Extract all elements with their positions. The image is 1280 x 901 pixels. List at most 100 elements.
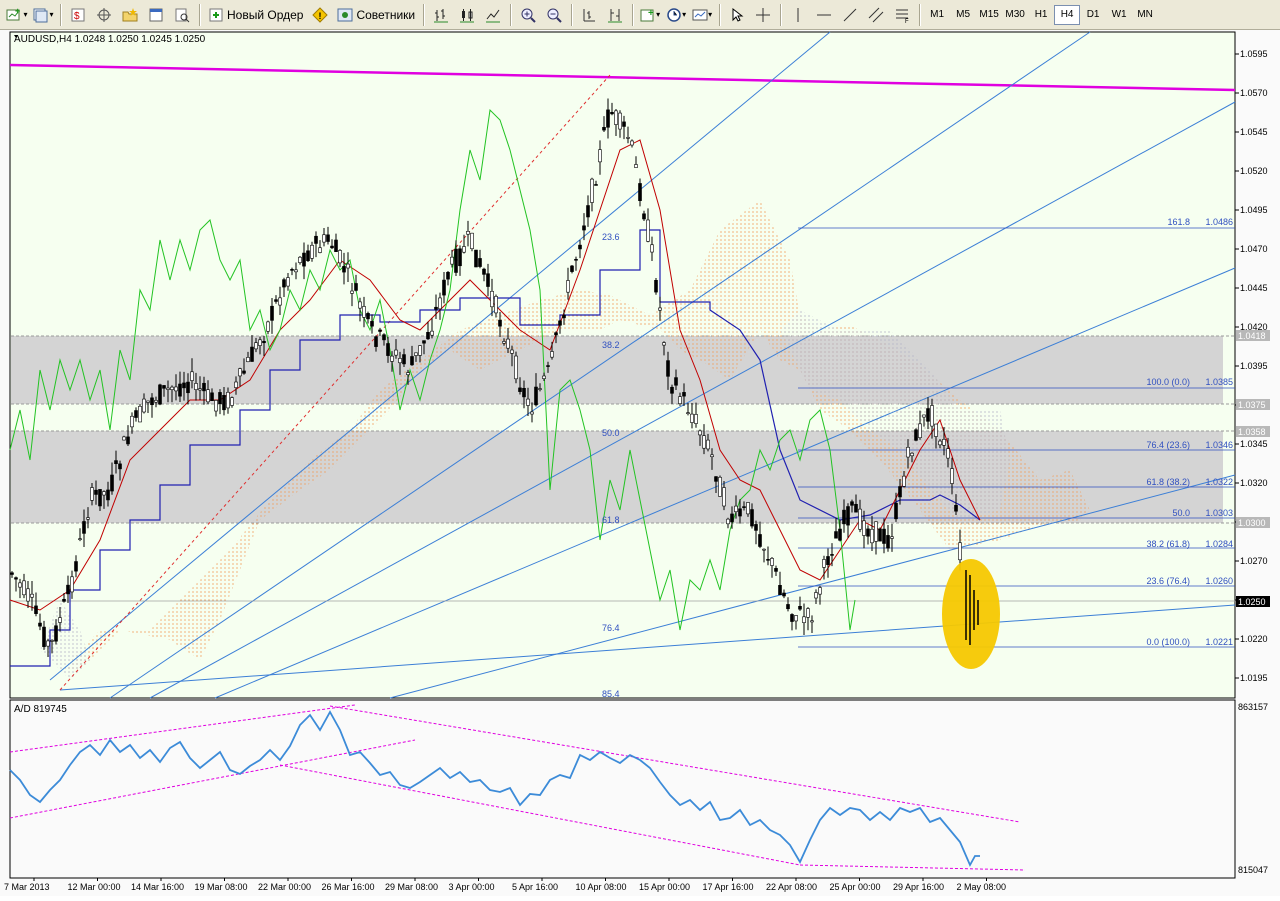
- candle-body: [786, 604, 790, 610]
- profiles-icon: [32, 7, 48, 23]
- candle-body: [574, 258, 578, 261]
- candle-body: [318, 247, 322, 253]
- clock-icon: [666, 7, 682, 23]
- candle-body: [94, 489, 98, 495]
- candle-body: [158, 384, 162, 405]
- candle-body: [722, 487, 726, 507]
- templates-button[interactable]: ▾: [690, 4, 714, 26]
- svg-text:+: +: [648, 8, 654, 19]
- navigator-button[interactable]: [118, 4, 142, 26]
- zoom-out-icon: [546, 7, 562, 23]
- candle-body: [706, 439, 710, 450]
- candle-body: [946, 448, 950, 459]
- candle-body: [542, 375, 546, 379]
- zoom-in-button[interactable]: [516, 4, 540, 26]
- timeframe-h1[interactable]: H1: [1028, 5, 1054, 25]
- fib-left-label: 50.0: [602, 428, 620, 438]
- candle-body: [178, 383, 182, 397]
- fib-right-label: 23.6 (76.4): [1146, 576, 1190, 586]
- periods-button[interactable]: ▾: [664, 4, 688, 26]
- crosshair-button[interactable]: [751, 4, 775, 26]
- equidistant-channel-button[interactable]: [864, 4, 888, 26]
- candle-body: [762, 548, 766, 551]
- channel-icon: [868, 7, 884, 23]
- fib-left-label: 85.4: [602, 689, 620, 699]
- trendline-icon: [842, 7, 858, 23]
- experts-button[interactable]: Советники: [334, 4, 418, 26]
- chart-shift-button[interactable]: [603, 4, 627, 26]
- market-watch-icon: $: [70, 7, 86, 23]
- candle-body: [46, 640, 50, 647]
- timeframe-w1[interactable]: W1: [1106, 5, 1132, 25]
- timeframe-m30[interactable]: M30: [1002, 5, 1028, 25]
- new-order-icon: [208, 7, 224, 23]
- chart-window[interactable]: 23.6 38.2 50.0 61.8 76.4 85.4 161.8 1.04…: [0, 30, 1280, 896]
- metaeditor-button[interactable]: !: [308, 4, 332, 26]
- strategy-tester-button[interactable]: [170, 4, 194, 26]
- tile-windows-button[interactable]: [577, 4, 601, 26]
- zoom-out-button[interactable]: [542, 4, 566, 26]
- toolbar-separator: [423, 3, 425, 26]
- timeframe-m1[interactable]: M1: [924, 5, 950, 25]
- candlestick-button[interactable]: [455, 4, 479, 26]
- candle-body: [686, 412, 690, 414]
- tile-windows-icon: [581, 7, 597, 23]
- candle-body: [374, 336, 378, 347]
- terminal-icon: [148, 7, 164, 23]
- fib-left-label: 38.2: [602, 340, 620, 350]
- candle-body: [522, 387, 526, 398]
- indicators-button[interactable]: + ▾: [638, 4, 662, 26]
- candle-body: [678, 396, 682, 404]
- candle-body: [874, 521, 878, 542]
- candle-body: [802, 616, 806, 623]
- data-window-button[interactable]: [92, 4, 116, 26]
- candle-body: [438, 297, 442, 310]
- vertical-line-button[interactable]: [786, 4, 810, 26]
- candle-body: [826, 556, 830, 565]
- time-tick-label: 7 Mar 2013: [4, 882, 50, 892]
- candle-body: [906, 446, 910, 458]
- market-watch-button[interactable]: $: [66, 4, 90, 26]
- candle-body: [506, 338, 510, 349]
- candle-body: [286, 277, 290, 287]
- candle-body: [206, 389, 210, 403]
- candle-body: [22, 580, 26, 596]
- candle-body: [194, 383, 198, 390]
- terminal-button[interactable]: [144, 4, 168, 26]
- candle-body: [578, 244, 582, 250]
- candle-body: [654, 280, 658, 293]
- candle-body: [214, 400, 218, 412]
- candle-body: [758, 534, 762, 547]
- price-tick-label: 1.0445: [1240, 283, 1268, 293]
- bar-chart-button[interactable]: [429, 4, 453, 26]
- candle-body: [126, 436, 130, 445]
- fib-right-label: 0.0 (100.0): [1146, 637, 1190, 647]
- candle-body: [74, 561, 78, 572]
- timeframe-mn[interactable]: MN: [1132, 5, 1158, 25]
- cursor-button[interactable]: [725, 4, 749, 26]
- candle-body: [138, 405, 142, 423]
- candle-body: [774, 568, 778, 572]
- candle-body: [958, 542, 962, 561]
- fibonacci-button[interactable]: F: [890, 4, 914, 26]
- profiles-button[interactable]: ▾: [31, 4, 55, 26]
- candle-body: [746, 502, 750, 515]
- price-chart-canvas[interactable]: 23.6 38.2 50.0 61.8 76.4 85.4 161.8 1.04…: [0, 30, 1280, 896]
- timeframe-m5[interactable]: M5: [950, 5, 976, 25]
- timeframe-h4[interactable]: H4: [1054, 4, 1081, 25]
- candle-body: [766, 559, 770, 561]
- timeframe-m15[interactable]: M15: [976, 5, 1002, 25]
- horizontal-line-button[interactable]: [812, 4, 836, 26]
- timeframe-d1[interactable]: D1: [1080, 5, 1106, 25]
- candle-body: [442, 279, 446, 296]
- new-order-button[interactable]: Новый Ордер: [205, 4, 306, 26]
- trendline-button[interactable]: [838, 4, 862, 26]
- zoom-in-icon: [520, 7, 536, 23]
- candle-body: [658, 307, 662, 311]
- candle-body: [166, 387, 170, 390]
- candle-body: [398, 358, 402, 364]
- new-chart-button[interactable]: + ▾: [5, 4, 29, 26]
- line-chart-button[interactable]: [481, 4, 505, 26]
- candle-body: [558, 320, 562, 326]
- price-tick-label: 1.0595: [1240, 49, 1268, 59]
